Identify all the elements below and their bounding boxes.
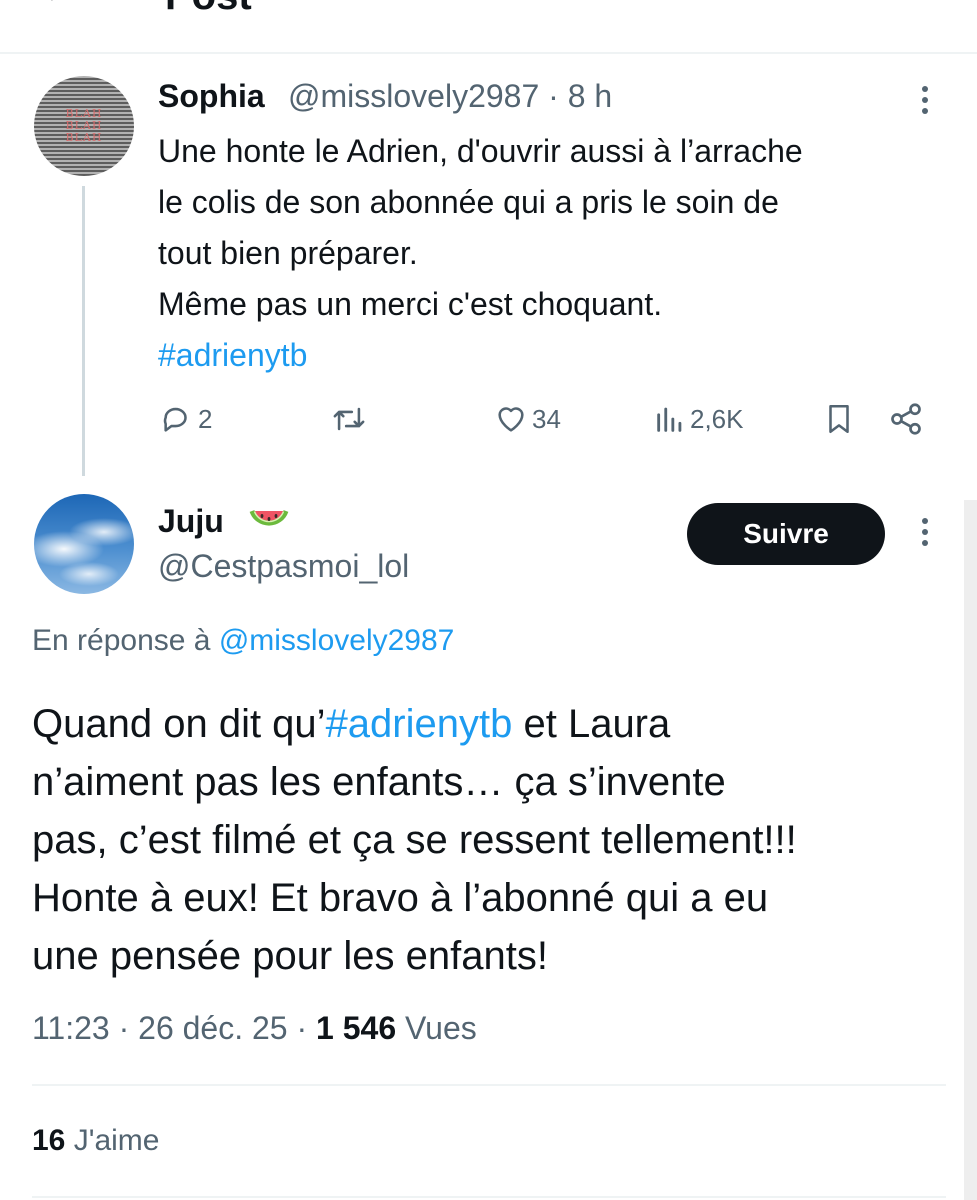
reply-mention-link[interactable]: @misslovely2987 [219, 624, 455, 657]
hashtag-link[interactable]: #adrienytb [326, 702, 513, 746]
reply-icon [160, 402, 194, 436]
tweet-metadata: 11:23 · 26 déc. 25 · 1 546 Vues [32, 1010, 477, 1046]
more-options-icon[interactable] [922, 518, 930, 551]
avatar-text-line: BLAH [65, 131, 103, 144]
reply-count: 2 [198, 403, 213, 434]
author-name[interactable]: Sophia [158, 78, 265, 115]
tweet-text: Quand on dit qu’#adrienytb et Laura n’ai… [32, 695, 962, 985]
tweet-actions: 2 34 2,6K [0, 394, 977, 444]
tweet-date[interactable]: 26 déc. 25 [138, 1010, 287, 1046]
header: ← Post [0, 0, 977, 52]
more-options-icon[interactable] [922, 86, 930, 119]
views-label: Vues [405, 1010, 477, 1046]
tweet-time[interactable]: 11:23 [32, 1010, 110, 1046]
likes-label: J'aime [73, 1124, 160, 1157]
back-arrow-icon[interactable]: ← [40, 0, 74, 11]
divider [32, 1196, 946, 1198]
like-button[interactable]: 34 [494, 394, 561, 444]
tweet-text-line: Quand on dit qu’#adrienytb et Laura [32, 695, 962, 753]
tweet-text-line: le colis de son abonnée qui a pris le so… [158, 184, 779, 220]
views-count: 2,6K [690, 403, 744, 434]
tweet-text-line: pas, c’est filmé et ça se ressent tellem… [32, 818, 797, 862]
reply-context: En réponse à @misslovely2987 [32, 624, 454, 658]
likes-count: 16 [32, 1124, 66, 1157]
share-icon [888, 401, 924, 437]
tweet-text: Une honte le Adrien, d'ouvrir aussi à l’… [158, 126, 958, 381]
author-handle-time[interactable]: @misslovely2987 · 8 h [288, 78, 612, 115]
tweet-time: 8 h [567, 78, 613, 114]
repost-button[interactable] [330, 394, 368, 444]
tweet-text-line: n’aiment pas les enfants… ça s’invente [32, 760, 726, 804]
text-fragment: Quand on dit qu’ [32, 702, 326, 746]
tweet-text-line: Même pas un merci c'est choquant. [158, 286, 663, 322]
author-handle[interactable]: @Cestpasmoi_lol [158, 548, 409, 585]
avatar-sophia[interactable]: BLAH BLAH BLAH [34, 76, 134, 176]
bookmark-icon [822, 402, 856, 436]
heart-icon [494, 402, 528, 436]
hashtag-link[interactable]: #adrienytb [158, 330, 958, 381]
text-fragment: et Laura [512, 702, 671, 746]
divider [32, 1084, 946, 1086]
analytics-icon [654, 402, 686, 436]
tweet-text-line: Une honte le Adrien, d'ouvrir aussi à l’… [158, 133, 803, 169]
watermelon-icon [249, 503, 289, 539]
scrollbar[interactable] [964, 500, 977, 1200]
author-name[interactable]: Juju [158, 503, 224, 540]
tweet-text-line: Honte à eux! Et bravo à l’abonné qui a e… [32, 876, 769, 920]
follow-button[interactable]: Suivre [687, 503, 885, 565]
tweet-text-line: tout bien préparer. [158, 235, 418, 271]
like-count: 34 [532, 403, 561, 434]
share-button[interactable] [888, 394, 924, 444]
reply-prefix: En réponse à [32, 624, 211, 657]
views-button[interactable]: 2,6K [654, 394, 744, 444]
header-divider [0, 52, 977, 54]
views-count: 1 546 [316, 1010, 397, 1046]
tweet-text-line: une pensée pour les enfants! [32, 934, 548, 978]
page-title: Post [165, 0, 252, 19]
repost-icon [330, 402, 368, 436]
reply-button[interactable]: 2 [160, 394, 212, 444]
bookmark-button[interactable] [822, 394, 856, 444]
avatar-juju[interactable] [34, 494, 134, 594]
likes-summary[interactable]: 16 J'aime [32, 1124, 159, 1158]
author-handle[interactable]: @misslovely2987 [288, 78, 539, 114]
